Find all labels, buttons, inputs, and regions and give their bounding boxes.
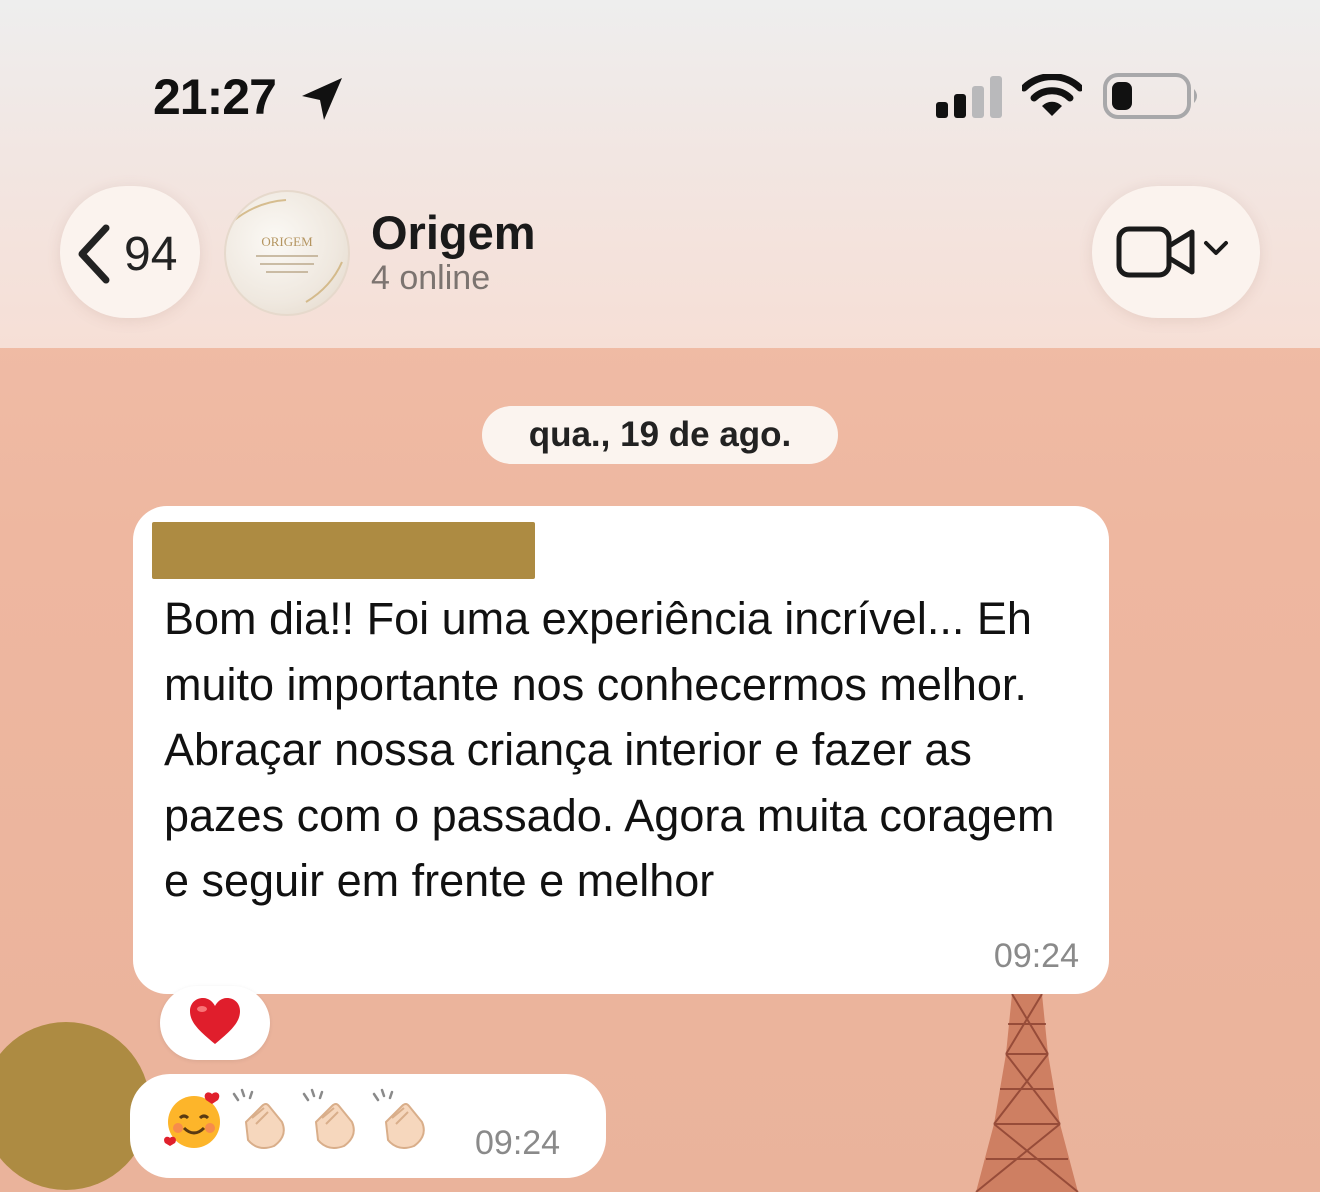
- smiling-face-with-hearts-icon: [164, 1092, 220, 1148]
- group-avatar[interactable]: ORIGEM: [224, 190, 350, 316]
- chat-subtitle: 4 online: [371, 259, 491, 297]
- message-timestamp: 09:24: [993, 937, 1079, 975]
- video-call-button[interactable]: [1092, 186, 1260, 318]
- wifi-icon: [1022, 74, 1082, 116]
- cellular-signal-icon: [936, 76, 1002, 118]
- location-arrow-icon: [302, 78, 342, 120]
- date-separator: qua., 19 de ago.: [482, 406, 838, 464]
- redacted-sender-name: [152, 522, 535, 579]
- eiffel-tower-image: [975, 994, 1079, 1192]
- battery-icon: [1103, 73, 1197, 119]
- clapping-hands-icon: [232, 1088, 285, 1149]
- chevron-down-icon: [1204, 241, 1228, 255]
- message-bubble[interactable]: Bom dia!! Foi uma experiência incrível..…: [133, 506, 1109, 994]
- unread-count: 94: [124, 228, 178, 281]
- status-time: 21:27: [153, 69, 277, 125]
- heart-reaction[interactable]: [160, 986, 270, 1060]
- message-bubble[interactable]: 09:24: [130, 1074, 606, 1178]
- back-button[interactable]: 94: [60, 186, 200, 318]
- group-logo: ORIGEM: [231, 199, 343, 303]
- clapping-hands-icon: [302, 1088, 355, 1149]
- avatar-text: ORIGEM: [261, 234, 313, 249]
- message-timestamp: 09:24: [475, 1124, 561, 1162]
- heart-icon: [190, 998, 240, 1044]
- chat-title[interactable]: Origem: [371, 205, 536, 260]
- chevron-left-icon: [78, 224, 110, 284]
- video-camera-icon: [1116, 226, 1195, 278]
- clapping-hands-icon: [372, 1088, 425, 1149]
- message-text: Bom dia!! Foi uma experiência incrível..…: [164, 593, 1055, 906]
